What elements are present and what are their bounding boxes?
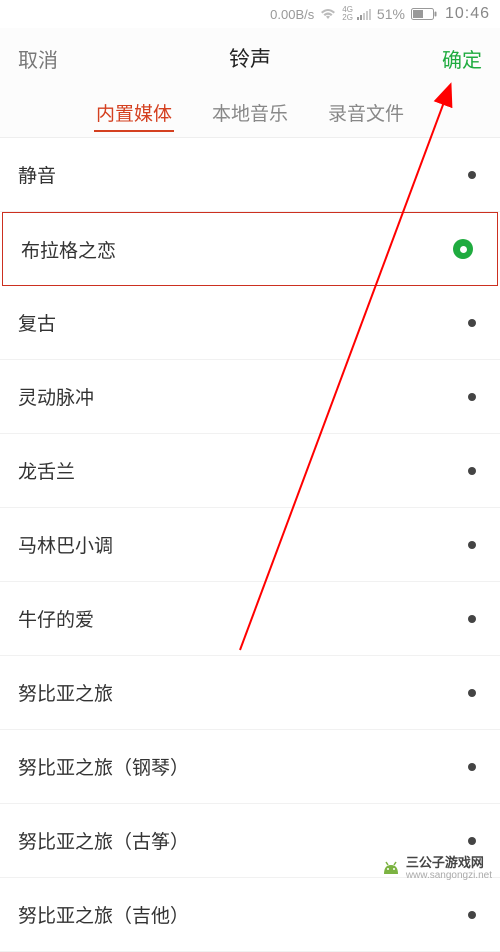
- ringtone-name: 马林巴小调: [18, 531, 113, 558]
- signal-label: 4G 2G: [342, 6, 353, 22]
- ringtone-name: 牛仔的爱: [18, 605, 94, 632]
- battery-pct: 51%: [377, 6, 405, 22]
- list-item[interactable]: 努比亚之旅（吉他）: [0, 878, 500, 952]
- list-item[interactable]: 马林巴小调: [0, 508, 500, 582]
- radio-unselected-icon: [468, 615, 476, 623]
- watermark-url: www.sangongzi.net: [406, 871, 492, 881]
- radio-unselected-icon: [468, 837, 476, 845]
- tab-local-music[interactable]: 本地音乐: [210, 93, 290, 132]
- page-title: 铃声: [229, 43, 271, 73]
- list-item[interactable]: 龙舌兰: [0, 434, 500, 508]
- list-item[interactable]: 努比亚之旅: [0, 656, 500, 730]
- ringtone-name: 静音: [18, 161, 56, 188]
- tabs: 内置媒体 本地音乐 录音文件: [0, 88, 500, 138]
- ringtone-name: 努比亚之旅（钢琴）: [18, 753, 189, 780]
- radio-unselected-icon: [468, 763, 476, 771]
- radio-unselected-icon: [468, 319, 476, 327]
- ringtone-name: 龙舌兰: [18, 457, 75, 484]
- status-bar: 0.00B/s 4G 2G 51% 10:46: [0, 0, 500, 28]
- watermark: 三公子游戏网 www.sangongzi.net: [380, 852, 492, 881]
- list-item-selected[interactable]: 布拉格之恋: [2, 212, 498, 286]
- signal-2g: 2G: [342, 14, 353, 22]
- list-item[interactable]: 静音: [0, 138, 500, 212]
- radio-unselected-icon: [468, 541, 476, 549]
- list-item[interactable]: 牛仔的爱: [0, 582, 500, 656]
- android-icon: [380, 860, 402, 874]
- ringtone-name: 布拉格之恋: [21, 236, 116, 263]
- ringtone-name: 复古: [18, 309, 56, 336]
- radio-unselected-icon: [468, 393, 476, 401]
- radio-unselected-icon: [468, 171, 476, 179]
- radio-unselected-icon: [468, 911, 476, 919]
- list-item[interactable]: 灵动脉冲: [0, 360, 500, 434]
- ringtone-list: 静音 布拉格之恋 复古 灵动脉冲 龙舌兰 马林巴小调 牛仔的爱 努比亚之旅 努比…: [0, 138, 500, 952]
- list-item[interactable]: 努比亚之旅（钢琴）: [0, 730, 500, 804]
- watermark-text: 三公子游戏网 www.sangongzi.net: [406, 852, 492, 881]
- tab-recordings[interactable]: 录音文件: [326, 93, 406, 132]
- ringtone-name: 努比亚之旅（吉他）: [18, 901, 189, 928]
- ringtone-name: 努比亚之旅: [18, 679, 113, 706]
- wifi-icon: [320, 8, 336, 20]
- ringtone-name: 努比亚之旅（古筝）: [18, 827, 189, 854]
- radio-unselected-icon: [468, 467, 476, 475]
- ringtone-name: 灵动脉冲: [18, 383, 94, 410]
- watermark-site: 三公子游戏网: [406, 855, 484, 870]
- network-speed: 0.00B/s: [270, 7, 314, 22]
- radio-unselected-icon: [468, 689, 476, 697]
- battery-icon: [411, 8, 437, 20]
- confirm-button[interactable]: 确定: [442, 44, 482, 73]
- list-item[interactable]: 复古: [0, 286, 500, 360]
- tab-builtin-media[interactable]: 内置媒体: [94, 93, 174, 132]
- radio-selected-icon: [453, 239, 473, 259]
- signal-icon: [357, 8, 371, 20]
- nav-bar: 取消 铃声 确定: [0, 28, 500, 88]
- clock: 10:46: [445, 5, 490, 23]
- cancel-button[interactable]: 取消: [18, 44, 58, 73]
